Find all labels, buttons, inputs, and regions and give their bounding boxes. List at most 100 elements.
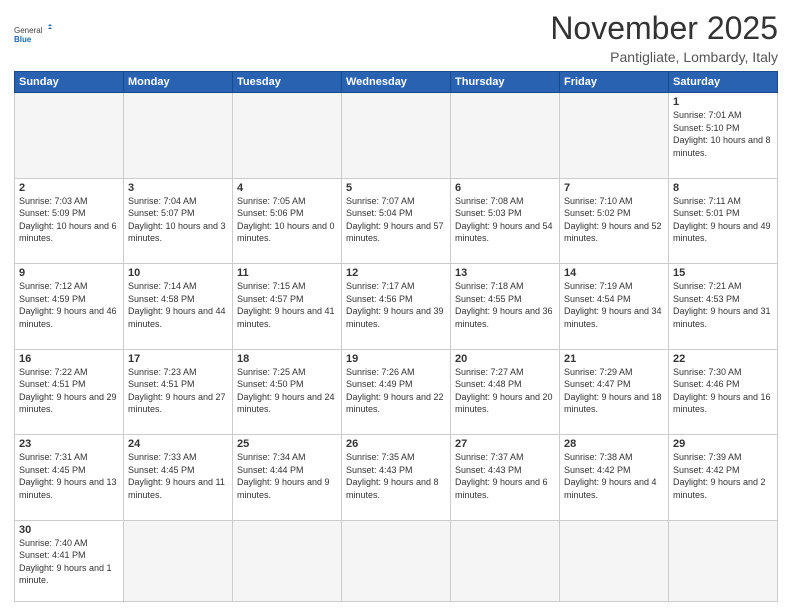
table-row: 21Sunrise: 7:29 AM Sunset: 4:47 PM Dayli… <box>560 349 669 435</box>
day-info: Sunrise: 7:29 AM Sunset: 4:47 PM Dayligh… <box>564 366 664 416</box>
day-info: Sunrise: 7:33 AM Sunset: 4:45 PM Dayligh… <box>128 451 228 501</box>
day-number: 22 <box>673 353 773 365</box>
day-info: Sunrise: 7:21 AM Sunset: 4:53 PM Dayligh… <box>673 280 773 330</box>
day-number: 14 <box>564 267 664 279</box>
logo-svg: General Blue <box>14 14 54 54</box>
table-row <box>560 93 669 179</box>
table-row: 9Sunrise: 7:12 AM Sunset: 4:59 PM Daylig… <box>15 264 124 350</box>
day-number: 24 <box>128 438 228 450</box>
table-row: 11Sunrise: 7:15 AM Sunset: 4:57 PM Dayli… <box>233 264 342 350</box>
day-info: Sunrise: 7:05 AM Sunset: 5:06 PM Dayligh… <box>237 195 337 245</box>
day-number: 5 <box>346 182 446 194</box>
day-number: 21 <box>564 353 664 365</box>
day-number: 2 <box>19 182 119 194</box>
col-thursday: Thursday <box>451 72 560 93</box>
day-info: Sunrise: 7:30 AM Sunset: 4:46 PM Dayligh… <box>673 366 773 416</box>
day-info: Sunrise: 7:18 AM Sunset: 4:55 PM Dayligh… <box>455 280 555 330</box>
day-number: 15 <box>673 267 773 279</box>
day-info: Sunrise: 7:12 AM Sunset: 4:59 PM Dayligh… <box>19 280 119 330</box>
table-row <box>451 93 560 179</box>
col-sunday: Sunday <box>15 72 124 93</box>
table-row: 14Sunrise: 7:19 AM Sunset: 4:54 PM Dayli… <box>560 264 669 350</box>
day-info: Sunrise: 7:26 AM Sunset: 4:49 PM Dayligh… <box>346 366 446 416</box>
table-row <box>342 520 451 601</box>
day-number: 8 <box>673 182 773 194</box>
table-row: 17Sunrise: 7:23 AM Sunset: 4:51 PM Dayli… <box>124 349 233 435</box>
table-row <box>124 93 233 179</box>
day-info: Sunrise: 7:39 AM Sunset: 4:42 PM Dayligh… <box>673 451 773 501</box>
day-info: Sunrise: 7:40 AM Sunset: 4:41 PM Dayligh… <box>19 537 119 587</box>
table-row: 28Sunrise: 7:38 AM Sunset: 4:42 PM Dayli… <box>560 435 669 521</box>
table-row <box>15 93 124 179</box>
table-row: 13Sunrise: 7:18 AM Sunset: 4:55 PM Dayli… <box>451 264 560 350</box>
day-number: 6 <box>455 182 555 194</box>
table-row <box>233 93 342 179</box>
day-info: Sunrise: 7:35 AM Sunset: 4:43 PM Dayligh… <box>346 451 446 501</box>
table-row: 22Sunrise: 7:30 AM Sunset: 4:46 PM Dayli… <box>669 349 778 435</box>
day-number: 1 <box>673 96 773 108</box>
table-row: 19Sunrise: 7:26 AM Sunset: 4:49 PM Dayli… <box>342 349 451 435</box>
day-info: Sunrise: 7:23 AM Sunset: 4:51 PM Dayligh… <box>128 366 228 416</box>
table-row: 18Sunrise: 7:25 AM Sunset: 4:50 PM Dayli… <box>233 349 342 435</box>
day-info: Sunrise: 7:37 AM Sunset: 4:43 PM Dayligh… <box>455 451 555 501</box>
table-row: 8Sunrise: 7:11 AM Sunset: 5:01 PM Daylig… <box>669 178 778 264</box>
day-info: Sunrise: 7:34 AM Sunset: 4:44 PM Dayligh… <box>237 451 337 501</box>
location-subtitle: Pantigliate, Lombardy, Italy <box>550 49 778 65</box>
title-block: November 2025 Pantigliate, Lombardy, Ita… <box>550 10 778 65</box>
table-row: 23Sunrise: 7:31 AM Sunset: 4:45 PM Dayli… <box>15 435 124 521</box>
day-number: 17 <box>128 353 228 365</box>
day-number: 29 <box>673 438 773 450</box>
day-number: 9 <box>19 267 119 279</box>
table-row <box>124 520 233 601</box>
table-row: 15Sunrise: 7:21 AM Sunset: 4:53 PM Dayli… <box>669 264 778 350</box>
day-info: Sunrise: 7:17 AM Sunset: 4:56 PM Dayligh… <box>346 280 446 330</box>
svg-text:General: General <box>14 26 43 35</box>
calendar: Sunday Monday Tuesday Wednesday Thursday… <box>14 71 778 602</box>
day-info: Sunrise: 7:11 AM Sunset: 5:01 PM Dayligh… <box>673 195 773 245</box>
table-row: 4Sunrise: 7:05 AM Sunset: 5:06 PM Daylig… <box>233 178 342 264</box>
day-number: 3 <box>128 182 228 194</box>
day-info: Sunrise: 7:08 AM Sunset: 5:03 PM Dayligh… <box>455 195 555 245</box>
table-row: 20Sunrise: 7:27 AM Sunset: 4:48 PM Dayli… <box>451 349 560 435</box>
table-row: 6Sunrise: 7:08 AM Sunset: 5:03 PM Daylig… <box>451 178 560 264</box>
table-row <box>451 520 560 601</box>
day-info: Sunrise: 7:01 AM Sunset: 5:10 PM Dayligh… <box>673 109 773 159</box>
logo: General Blue <box>14 14 54 54</box>
table-row: 29Sunrise: 7:39 AM Sunset: 4:42 PM Dayli… <box>669 435 778 521</box>
day-info: Sunrise: 7:10 AM Sunset: 5:02 PM Dayligh… <box>564 195 664 245</box>
table-row <box>560 520 669 601</box>
day-number: 28 <box>564 438 664 450</box>
day-number: 18 <box>237 353 337 365</box>
col-monday: Monday <box>124 72 233 93</box>
day-number: 10 <box>128 267 228 279</box>
day-number: 27 <box>455 438 555 450</box>
day-info: Sunrise: 7:07 AM Sunset: 5:04 PM Dayligh… <box>346 195 446 245</box>
day-number: 26 <box>346 438 446 450</box>
day-number: 11 <box>237 267 337 279</box>
day-info: Sunrise: 7:14 AM Sunset: 4:58 PM Dayligh… <box>128 280 228 330</box>
day-info: Sunrise: 7:22 AM Sunset: 4:51 PM Dayligh… <box>19 366 119 416</box>
day-info: Sunrise: 7:27 AM Sunset: 4:48 PM Dayligh… <box>455 366 555 416</box>
table-row: 25Sunrise: 7:34 AM Sunset: 4:44 PM Dayli… <box>233 435 342 521</box>
day-number: 20 <box>455 353 555 365</box>
table-row: 12Sunrise: 7:17 AM Sunset: 4:56 PM Dayli… <box>342 264 451 350</box>
day-number: 19 <box>346 353 446 365</box>
table-row: 27Sunrise: 7:37 AM Sunset: 4:43 PM Dayli… <box>451 435 560 521</box>
day-info: Sunrise: 7:38 AM Sunset: 4:42 PM Dayligh… <box>564 451 664 501</box>
table-row: 2Sunrise: 7:03 AM Sunset: 5:09 PM Daylig… <box>15 178 124 264</box>
table-row: 10Sunrise: 7:14 AM Sunset: 4:58 PM Dayli… <box>124 264 233 350</box>
month-title: November 2025 <box>550 10 778 47</box>
day-info: Sunrise: 7:19 AM Sunset: 4:54 PM Dayligh… <box>564 280 664 330</box>
table-row <box>669 520 778 601</box>
day-number: 7 <box>564 182 664 194</box>
day-info: Sunrise: 7:15 AM Sunset: 4:57 PM Dayligh… <box>237 280 337 330</box>
col-wednesday: Wednesday <box>342 72 451 93</box>
day-info: Sunrise: 7:03 AM Sunset: 5:09 PM Dayligh… <box>19 195 119 245</box>
day-number: 25 <box>237 438 337 450</box>
svg-text:Blue: Blue <box>14 35 32 44</box>
table-row: 30Sunrise: 7:40 AM Sunset: 4:41 PM Dayli… <box>15 520 124 601</box>
table-row: 16Sunrise: 7:22 AM Sunset: 4:51 PM Dayli… <box>15 349 124 435</box>
day-info: Sunrise: 7:31 AM Sunset: 4:45 PM Dayligh… <box>19 451 119 501</box>
table-row <box>233 520 342 601</box>
day-number: 13 <box>455 267 555 279</box>
